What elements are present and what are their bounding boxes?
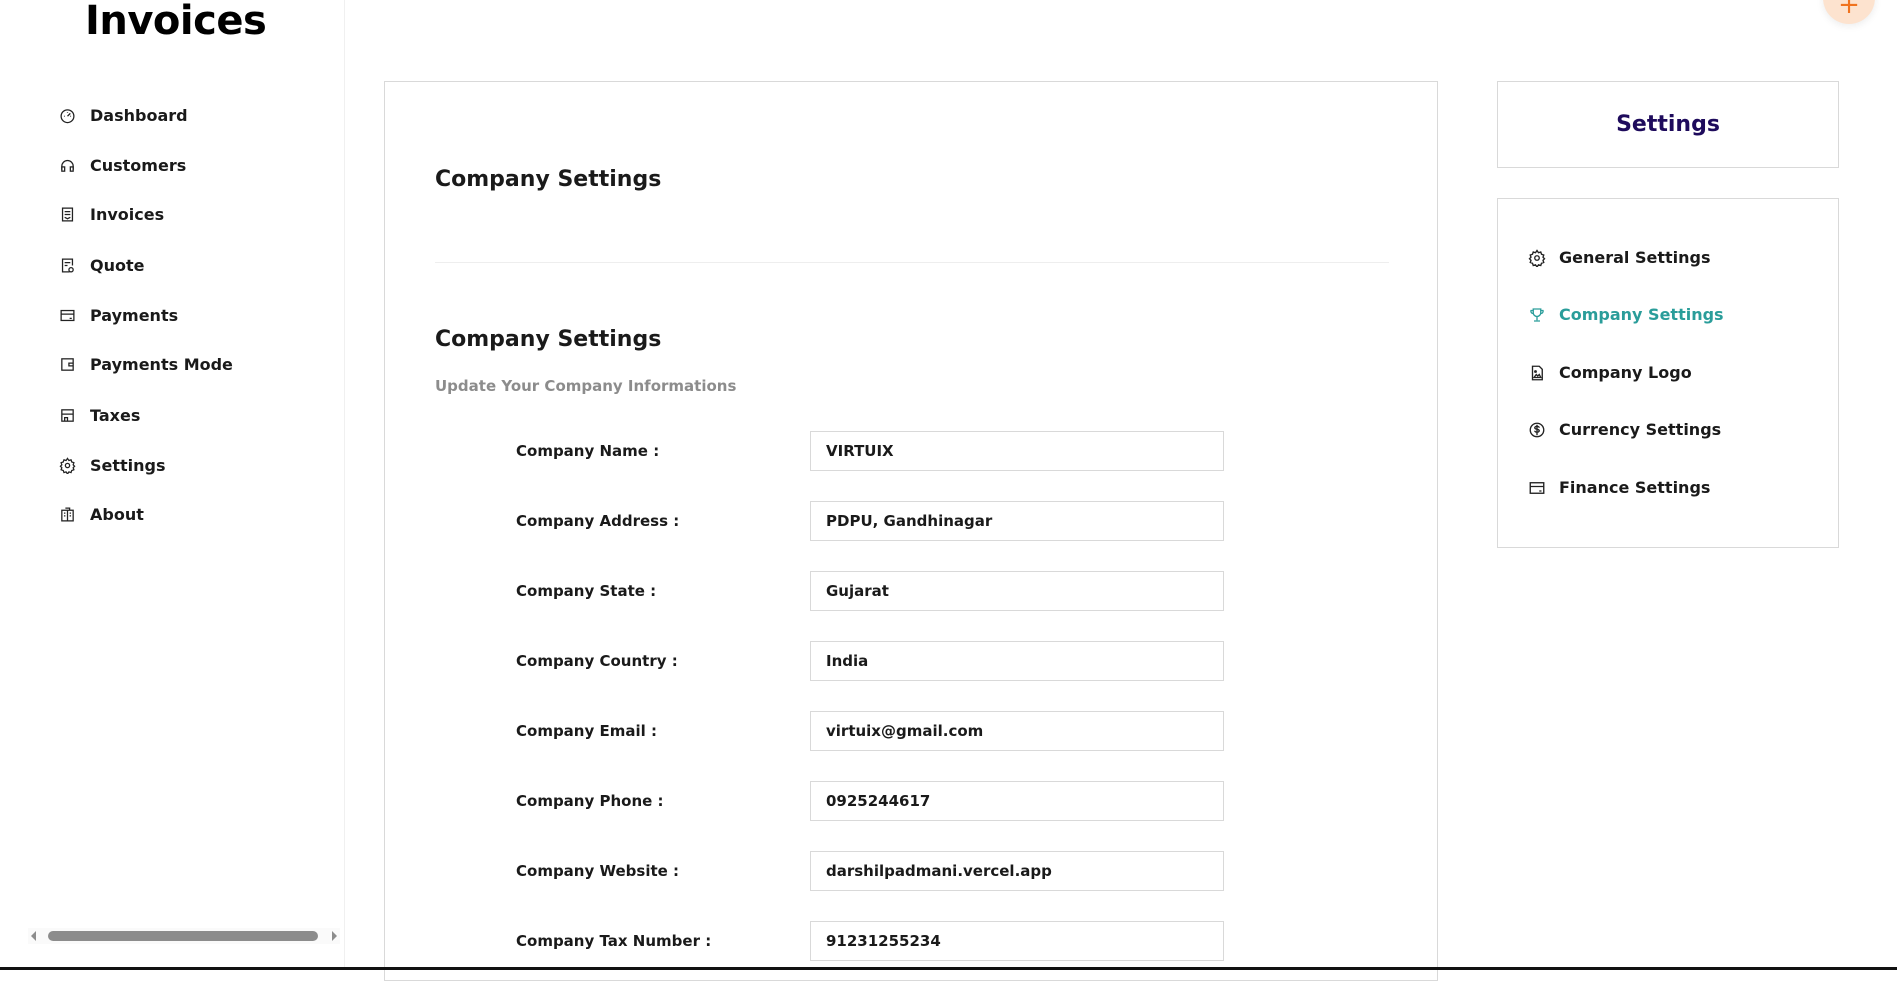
gear-icon: [59, 456, 76, 474]
field-label: Company State :: [516, 582, 657, 600]
trophy-icon: [1530, 307, 1544, 322]
scroll-left-arrow[interactable]: [31, 931, 36, 941]
field-value: 0925244617: [826, 792, 931, 810]
menu-item-label: Currency Settings: [1559, 420, 1722, 439]
credit-card-icon: [1529, 481, 1545, 494]
company-address-input[interactable]: PDPU, Gandhinagar: [810, 501, 1224, 541]
field-label: Company Country :: [516, 652, 678, 670]
form-row: Company Tax Number : 91231255234: [516, 921, 1316, 961]
field-label-text: Company Website: [516, 862, 668, 880]
form-row: Company Country : India: [516, 641, 1316, 681]
sidebar-item-label: Customers: [90, 155, 187, 175]
settings-menu-company-settings[interactable]: Company Settings: [1528, 305, 1724, 324]
field-value: India: [826, 652, 869, 670]
dashboard-icon: [60, 108, 75, 123]
brand-title: Invoices: [85, 0, 267, 44]
page-title: Company Settings: [435, 167, 662, 192]
form-row: Company Website : darshilpadmani.vercel.a…: [516, 851, 1316, 891]
wallet-icon: [61, 357, 74, 371]
settings-menu: General Settings Company Settings Company …: [1497, 198, 1839, 548]
field-value: virtuix@gmail.com: [826, 722, 984, 740]
credit-card-icon: [60, 309, 75, 321]
sidebar: Invoices Dashboard Customers Invoices Quote…: [0, 0, 345, 968]
menu-item-label: Company Settings: [1559, 305, 1724, 324]
section-title: Company Settings: [435, 327, 662, 352]
sidebar-item-label: Payments: [90, 305, 179, 325]
company-phone-input[interactable]: 0925244617: [810, 781, 1224, 821]
field-label: Company Address :: [516, 512, 680, 530]
field-label: Company Phone :: [516, 792, 664, 810]
form-row: Company Email : virtuix@gmail.com: [516, 711, 1316, 751]
sidebar-item-invoices[interactable]: Invoices: [59, 199, 164, 229]
sidebar-item-label: Dashboard: [90, 105, 188, 125]
sidebar-item-payments[interactable]: Payments: [59, 300, 178, 330]
sidebar-item-label: Payments Mode: [90, 354, 233, 374]
field-label-text: Company Tax Number: [516, 932, 700, 950]
menu-item-label: Finance Settings: [1559, 478, 1711, 497]
form-row: Company Name : VIRTUIX: [516, 431, 1316, 471]
quote-icon: [61, 257, 74, 273]
settings-menu-company-logo[interactable]: Company Logo: [1528, 363, 1692, 382]
sidebar-item-payments-mode[interactable]: Payments Mode: [59, 349, 233, 379]
gear-icon: [1528, 248, 1546, 267]
settings-panel-title: Settings: [1497, 81, 1839, 168]
field-label-text: Company Country: [516, 652, 667, 670]
shop-icon: [61, 408, 74, 422]
horizontal-scrollbar[interactable]: [28, 928, 340, 944]
field-label-text: Company Address: [516, 512, 668, 530]
company-name-input[interactable]: VIRTUIX: [810, 431, 1224, 471]
company-settings-card: Company Settings Company Settings Update…: [384, 81, 1438, 981]
sidebar-item-quote[interactable]: Quote: [59, 250, 144, 280]
company-email-input[interactable]: virtuix@gmail.com: [810, 711, 1224, 751]
field-label-text: Company Email: [516, 722, 646, 740]
form-row: Company Address : PDPU, Gandhinagar: [516, 501, 1316, 541]
field-value: darshilpadmani.vercel.app: [826, 862, 1052, 880]
section-subtitle: Update Your Company Informations: [435, 377, 737, 395]
divider: [435, 262, 1389, 263]
invoice-icon: [61, 206, 74, 222]
company-country-input[interactable]: India: [810, 641, 1224, 681]
field-value: 91231255234: [826, 932, 941, 950]
sidebar-item-label: Settings: [90, 455, 166, 475]
field-value: Gujarat: [826, 582, 889, 600]
sidebar-item-customers[interactable]: Customers: [59, 150, 186, 180]
field-label-text: Company State: [516, 582, 645, 600]
add-button[interactable]: +: [1823, 0, 1875, 24]
headphones-icon: [61, 159, 74, 172]
sidebar-item-label: About: [90, 504, 144, 524]
settings-menu-general-settings[interactable]: General Settings: [1528, 248, 1711, 267]
settings-menu-finance-settings[interactable]: Finance Settings: [1528, 478, 1710, 497]
sidebar-item-label: Invoices: [90, 204, 165, 224]
field-value: VIRTUIX: [826, 442, 894, 460]
sidebar-item-label: Taxes: [90, 405, 141, 425]
form-row: Company Phone : 0925244617: [516, 781, 1316, 821]
field-label-text: Company Phone: [516, 792, 653, 810]
company-state-input[interactable]: Gujarat: [810, 571, 1224, 611]
sidebar-item-taxes[interactable]: Taxes: [59, 400, 140, 430]
scroll-right-arrow[interactable]: [332, 931, 337, 941]
menu-item-label: General Settings: [1559, 248, 1711, 267]
settings-menu-currency-settings[interactable]: Currency Settings: [1528, 420, 1721, 439]
field-label: Company Tax Number :: [516, 932, 712, 950]
field-label: Company Website :: [516, 862, 680, 880]
sidebar-item-settings[interactable]: Settings: [59, 450, 166, 480]
file-image-icon: [1531, 365, 1543, 380]
company-tax-number-input[interactable]: 91231255234: [810, 921, 1224, 961]
dollar-circle-icon: [1529, 422, 1545, 437]
field-label-text: Company Name: [516, 442, 648, 460]
field-label: Company Email :: [516, 722, 657, 740]
form-row: Company State : Gujarat: [516, 571, 1316, 611]
field-label: Company Name :: [516, 442, 660, 460]
sidebar-item-label: Quote: [90, 255, 145, 275]
sidebar-item-dashboard[interactable]: Dashboard: [59, 100, 188, 130]
field-value: PDPU, Gandhinagar: [826, 512, 993, 530]
scrollbar-thumb[interactable]: [48, 931, 318, 941]
sidebar-item-about[interactable]: About: [59, 499, 144, 529]
menu-item-label: Company Logo: [1559, 363, 1692, 382]
building-icon: [61, 506, 74, 522]
company-website-input[interactable]: darshilpadmani.vercel.app: [810, 851, 1224, 891]
